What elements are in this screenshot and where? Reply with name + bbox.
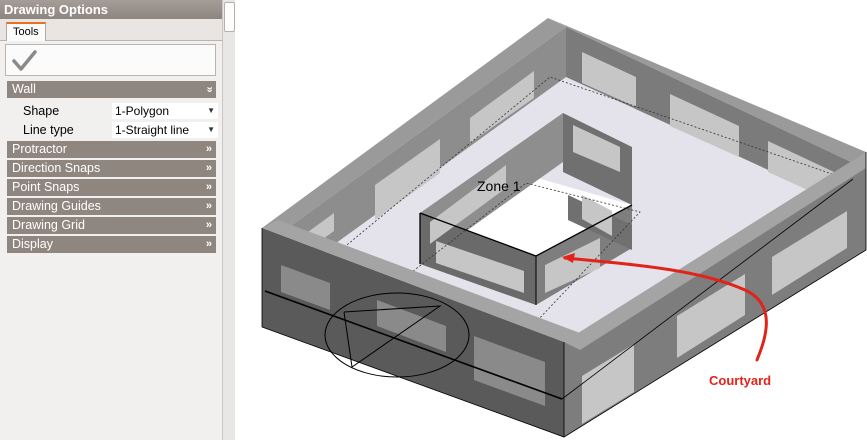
shape-select[interactable]: 1-Polygon ▼	[112, 103, 218, 119]
chevron-right-icon: »	[205, 200, 212, 212]
section-drawing-grid[interactable]: Drawing Grid »	[7, 217, 216, 234]
checkmark-icon[interactable]	[12, 49, 38, 73]
linetype-select[interactable]: 1-Straight line ▼	[112, 122, 218, 138]
chevron-right-icon: »	[205, 238, 212, 250]
chevron-down-icon: »	[203, 86, 216, 93]
section-protractor[interactable]: Protractor »	[7, 141, 216, 158]
chevron-right-icon: »	[205, 219, 212, 231]
building-model-drawing[interactable]	[235, 0, 867, 440]
section-label: Drawing Guides	[12, 199, 101, 213]
linetype-value: 1-Straight line	[115, 123, 190, 137]
tab-bar: Tools	[0, 19, 222, 41]
shape-row: Shape 1-Polygon ▼	[7, 102, 218, 120]
panel-title: Drawing Options	[0, 0, 222, 19]
drawing-viewport[interactable]: Zone 1 Courtyard	[235, 0, 867, 440]
section-label: Protractor	[12, 142, 67, 156]
chevron-right-icon: »	[205, 143, 212, 155]
chevron-right-icon: »	[205, 181, 212, 193]
panel-scrollbar[interactable]	[222, 0, 235, 440]
linetype-label: Line type	[23, 123, 74, 137]
drawing-options-panel: Drawing Options Tools Wall » Shape 1-Pol…	[0, 0, 222, 440]
section-label: Point Snaps	[12, 180, 80, 194]
section-wall-label: Wall	[12, 82, 36, 96]
zone-label: Zone 1	[477, 178, 521, 194]
tab-tools[interactable]: Tools	[6, 22, 46, 41]
shape-label: Shape	[23, 104, 60, 118]
shape-value: 1-Polygon	[115, 104, 170, 118]
courtyard-annotation: Courtyard	[709, 373, 772, 388]
section-direction-snaps[interactable]: Direction Snaps »	[7, 160, 216, 177]
dropdown-arrow-icon: ▼	[207, 125, 215, 134]
section-label: Direction Snaps	[12, 161, 101, 175]
scroll-thumb[interactable]	[224, 2, 235, 32]
linetype-row: Line type 1-Straight line ▼	[7, 121, 218, 139]
section-drawing-guides[interactable]: Drawing Guides »	[7, 198, 216, 215]
section-point-snaps[interactable]: Point Snaps »	[7, 179, 216, 196]
section-display[interactable]: Display »	[7, 236, 216, 253]
dropdown-arrow-icon: ▼	[207, 106, 215, 115]
section-label: Display	[12, 237, 53, 251]
chevron-right-icon: »	[205, 162, 212, 174]
section-wall-header[interactable]: Wall »	[7, 81, 216, 98]
section-label: Drawing Grid	[12, 218, 85, 232]
apply-area	[5, 44, 216, 76]
